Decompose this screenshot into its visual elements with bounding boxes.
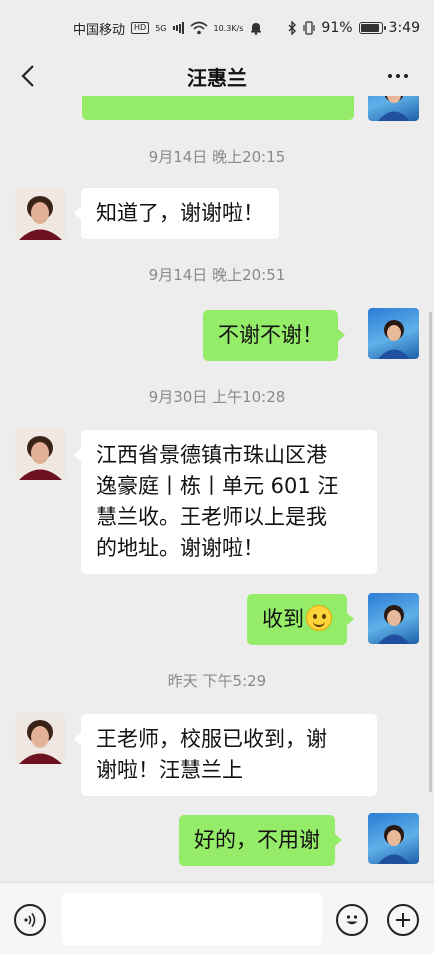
input-bar [0, 882, 434, 954]
scrollbar[interactable] [429, 312, 432, 792]
more-options-button[interactable] [382, 62, 414, 90]
clock: 3:49 [388, 20, 420, 36]
chat-messages[interactable]: 9月14日 晚上20:15 知道了，谢谢啦！ 9月14日 晚上20:51 不谢不… [0, 96, 434, 882]
message-bubble[interactable]: 不谢不谢！ [203, 310, 345, 361]
chevron-left-icon [21, 65, 34, 87]
message-line: 江西省景德镇市珠山区港 [96, 443, 327, 467]
wifi-icon [189, 21, 208, 35]
timestamp: 9月14日 晚上20:15 [148, 148, 286, 166]
message-line: 王老师，校服已收到，谢 [96, 727, 327, 751]
status-bar: 中国移动 HD 5G 10.3 K/s 91% 3:49 [0, 0, 434, 56]
message-line: 逸豪庭丨栋丨单元 601 汪 [96, 474, 339, 498]
my-avatar[interactable] [368, 813, 419, 864]
message-bubble[interactable]: 江西省景德镇市珠山区港 逸豪庭丨栋丨单元 601 汪 慧兰收。王老师以上是我 的… [74, 430, 377, 574]
message-line: 慧兰收。王老师以上是我 [96, 505, 327, 529]
timestamp: 昨天 下午5:29 [167, 672, 267, 690]
back-button[interactable] [14, 62, 42, 90]
my-avatar[interactable] [368, 96, 419, 121]
my-avatar[interactable] [368, 308, 419, 359]
network-type: 5G [155, 23, 167, 33]
message-line: 谢啦！汪慧兰上 [96, 758, 243, 782]
message-bubble[interactable]: 好的，不用谢 [179, 815, 342, 866]
emoji-icon [346, 915, 358, 925]
add-button[interactable] [387, 904, 419, 936]
more-dots-icon [396, 74, 400, 78]
chat-header: 汪惠兰 [0, 56, 434, 96]
notification-bell-icon [249, 21, 263, 35]
hd-badge: HD [131, 22, 150, 34]
voice-icon [24, 913, 36, 927]
message-input[interactable] [62, 893, 322, 945]
message-bubble[interactable]: 收到 [247, 594, 354, 645]
net-speed-value: 10.3 [213, 23, 232, 33]
more-dots-icon [404, 74, 408, 78]
contact-avatar[interactable] [15, 429, 66, 480]
net-speed-unit: K/s [231, 23, 244, 33]
my-avatar[interactable] [368, 593, 419, 644]
vibrate-icon [303, 21, 316, 35]
bluetooth-icon [287, 21, 297, 35]
chat-title: 汪惠兰 [187, 65, 247, 90]
timestamp: 9月14日 晚上20:51 [148, 266, 286, 284]
signal-icon [172, 22, 184, 34]
message-bubble[interactable]: 王老师，校服已收到，谢 谢啦！汪慧兰上 [74, 714, 377, 796]
carrier-label: 中国移动 [73, 22, 126, 38]
more-dots-icon [388, 74, 392, 78]
battery-icon [358, 22, 386, 34]
emoji-button[interactable] [336, 904, 368, 936]
smile-emoji-icon [306, 605, 332, 631]
timestamp: 9月30日 上午10:28 [148, 388, 286, 406]
message-text: 收到 [262, 607, 304, 631]
voice-button[interactable] [14, 904, 46, 936]
contact-avatar[interactable] [15, 713, 66, 764]
battery-percent: 91% [321, 20, 353, 36]
plus-icon [396, 913, 410, 927]
message-line: 的地址。谢谢啦！ [96, 536, 264, 560]
net-speed: 10.3 K/s [214, 24, 244, 33]
message-bubble[interactable]: 知道了，谢谢啦！ [74, 188, 279, 239]
message-bubble-partial[interactable] [82, 96, 361, 120]
contact-avatar[interactable] [15, 189, 66, 240]
